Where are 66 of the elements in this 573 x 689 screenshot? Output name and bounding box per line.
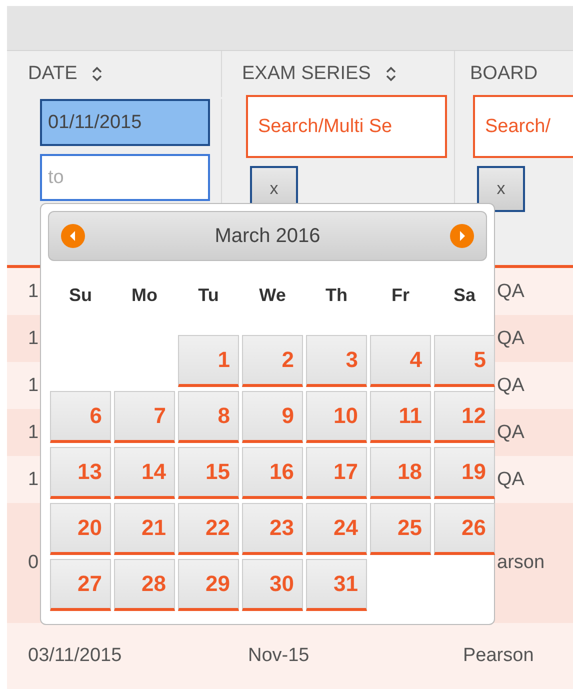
day-cell[interactable]: 14 [114,447,175,499]
day-cell[interactable]: 16 [242,447,303,499]
day-cell[interactable]: 5 [434,335,495,387]
search-field[interactable]: Search/ [473,95,573,158]
day-cell[interactable]: 17 [306,447,367,499]
day-cell[interactable]: 13 [50,447,111,499]
weekday-label: We [258,284,287,306]
column-header[interactable]: EXAM SERIES [242,63,371,85]
day-cell[interactable]: 7 [114,391,175,443]
weekday-label: Mo [130,284,158,306]
day-cell[interactable]: 10 [306,391,367,443]
date-from-field[interactable]: 01/11/2015 [40,99,210,146]
day-cell[interactable]: 28 [114,559,175,611]
day-cell[interactable]: 20 [50,503,111,555]
date-to-field[interactable]: to [40,154,210,201]
table-cell: 1 [28,374,39,396]
day-cell[interactable]: 23 [242,503,303,555]
day-cell[interactable]: 25 [370,503,431,555]
table-cell: arson [497,552,545,573]
column-header[interactable]: BOARD [470,63,538,85]
table-cell: QA [497,422,524,442]
day-cell[interactable]: 21 [114,503,175,555]
weekday-label: Su [68,284,93,306]
day-cell[interactable]: 2 [242,335,303,387]
day-cell[interactable]: 8 [178,391,239,443]
search-field[interactable]: Search/Multi Se [246,95,447,158]
day-cell[interactable]: 12 [434,391,495,443]
weekday-label: Sa [452,284,477,306]
table-cell: 03/11/2015 [28,645,122,666]
table-cell: 1 [28,280,39,302]
table-cell: 1 [28,422,39,442]
weekday-label: Tu [197,284,220,306]
day-cell[interactable]: 27 [50,559,111,611]
day-cell[interactable]: 4 [370,335,431,387]
day-cell[interactable]: 18 [370,447,431,499]
day-cell[interactable]: 19 [434,447,495,499]
day-cell[interactable]: 22 [178,503,239,555]
sort-icon[interactable] [384,65,397,83]
next-icon[interactable] [450,224,474,248]
day-cell[interactable]: 1 [178,335,239,387]
day-cell[interactable]: 15 [178,447,239,499]
previous-icon[interactable] [61,224,85,248]
month-title: March 2016 [214,224,320,248]
weekday-label: Fr [390,284,410,306]
day-cell[interactable]: 31 [306,559,367,611]
day-cell[interactable]: 9 [242,391,303,443]
column-header[interactable]: DATE [28,63,78,85]
day-cell[interactable]: 29 [178,559,239,611]
day-cell[interactable]: 24 [306,503,367,555]
table-cell: Nov-15 [248,645,310,666]
table-cell: 1 [28,468,39,490]
table-cell: QA [497,374,524,396]
day-cell[interactable]: 30 [242,559,303,611]
table-cell: Pearson [463,645,534,666]
table-cell: QA [497,328,524,348]
table-cell: QA [497,280,524,302]
day-cell[interactable]: 11 [370,391,431,443]
table-cell: 1 [28,328,39,348]
clear-button[interactable]: x [477,166,525,212]
table-cell: 0 [28,552,39,573]
weekday-label: Th [324,284,348,306]
table-cell: QA [497,468,524,490]
day-cell[interactable]: 26 [434,503,495,555]
sort-icon[interactable] [91,65,104,83]
day-cell[interactable]: 3 [306,335,367,387]
day-cell[interactable]: 6 [50,391,111,443]
